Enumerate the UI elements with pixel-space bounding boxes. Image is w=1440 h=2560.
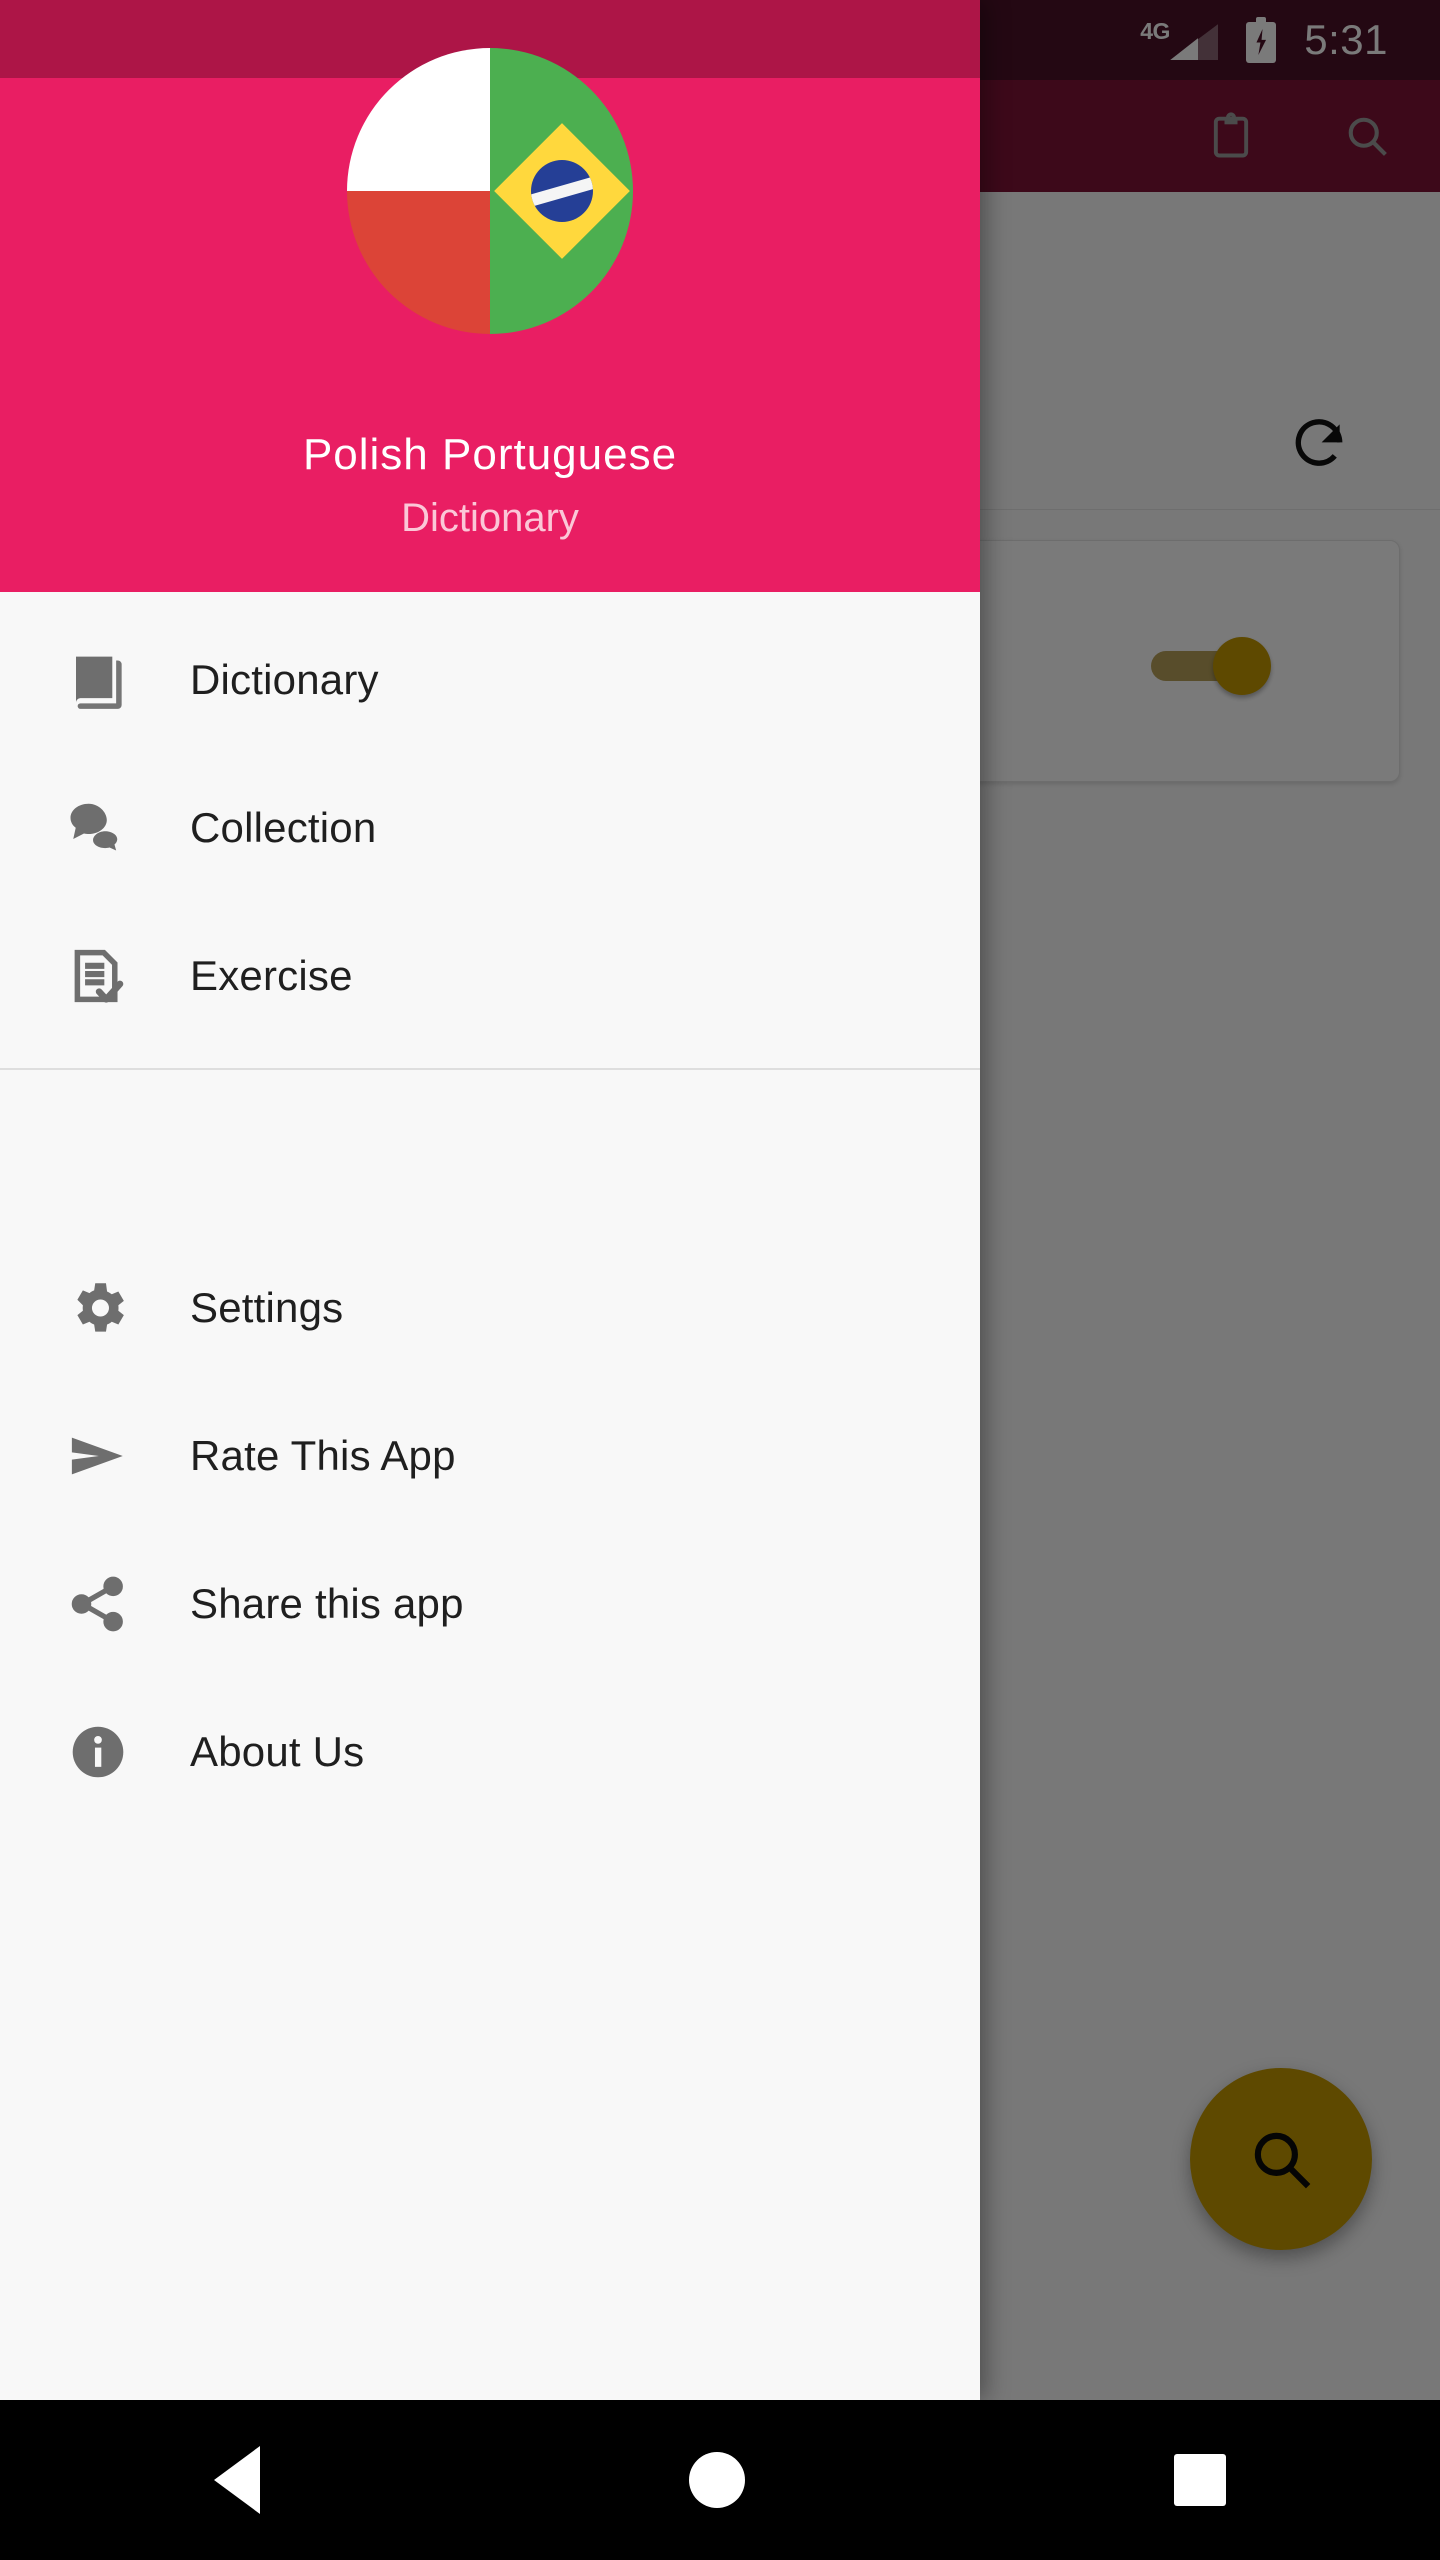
- drawer-title: Polish Portuguese: [302, 430, 678, 479]
- sidebar-item-exercise[interactable]: Exercise: [0, 902, 980, 1050]
- sidebar-item-collection[interactable]: Collection: [0, 754, 980, 902]
- chat-bubbles-icon: [48, 795, 148, 861]
- back-button[interactable]: [214, 2446, 261, 2514]
- poland-flag-icon: [347, 48, 490, 334]
- drawer-spacer: [0, 1070, 980, 1220]
- drawer-primary-menu: Dictionary Collection Exercise: [0, 592, 980, 1050]
- sidebar-item-label: Rate This App: [190, 1432, 456, 1479]
- gear-icon: [48, 1275, 148, 1341]
- sidebar-item-rate-this-app[interactable]: Rate This App: [0, 1382, 980, 1530]
- send-arrow-icon: [48, 1423, 148, 1489]
- recents-button[interactable]: [1173, 2454, 1226, 2506]
- drawer-header: Polish Portuguese Dictionary: [0, 48, 980, 592]
- sidebar-item-label: Share this app: [190, 1580, 464, 1627]
- sidebar-item-label: Dictionary: [190, 656, 379, 703]
- home-button[interactable]: [688, 2452, 745, 2508]
- phone-screen: 4G 5:31: [0, 0, 1440, 2560]
- sidebar-item-label: Exercise: [190, 952, 353, 999]
- sidebar-item-dictionary[interactable]: Dictionary: [0, 606, 980, 754]
- android-nav-bar: [0, 2400, 1440, 2560]
- document-check-icon: [48, 943, 148, 1009]
- drawer-secondary-menu: Settings Rate This App Share this app Ab…: [0, 1220, 980, 1826]
- drawer-subtitle: Dictionary: [401, 496, 579, 540]
- info-circle-icon: [48, 1719, 148, 1785]
- brazil-flag-icon: [490, 48, 633, 334]
- sidebar-item-label: Collection: [190, 804, 377, 851]
- polish-portuguese-flags-avatar: [347, 48, 633, 334]
- navigation-drawer: Polish Portuguese Dictionary Dictionary: [0, 0, 980, 2400]
- sidebar-item-share-this-app[interactable]: Share this app: [0, 1530, 980, 1678]
- share-nodes-icon: [48, 1571, 148, 1637]
- book-icon: [48, 647, 148, 713]
- sidebar-item-label: About Us: [190, 1728, 365, 1775]
- sidebar-item-settings[interactable]: Settings: [0, 1234, 980, 1382]
- sidebar-item-about-us[interactable]: About Us: [0, 1678, 980, 1826]
- sidebar-item-label: Settings: [190, 1284, 344, 1331]
